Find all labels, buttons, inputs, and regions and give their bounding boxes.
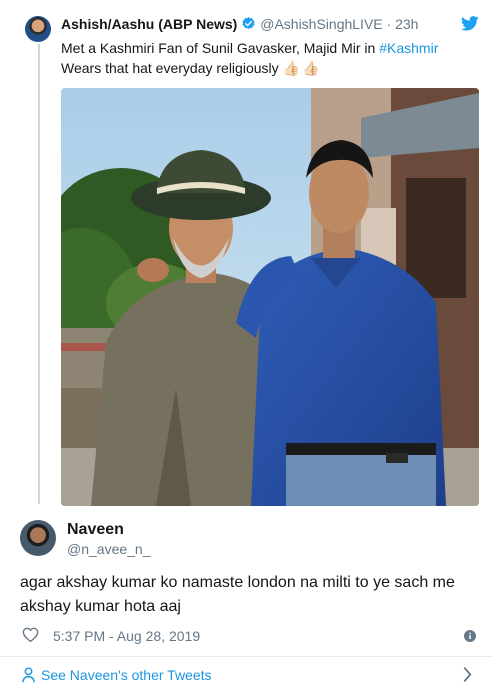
tweet-timestamp[interactable]: 5:37 PM - Aug 28, 2019 [53, 628, 200, 644]
quoted-tweet-text: Met a Kashmiri Fan of Sunil Gavasker, Ma… [61, 38, 481, 78]
separator-dot: · [386, 16, 392, 32]
quoted-text-line-1: Met a Kashmiri Fan of Sunil Gavasker, Ma… [61, 38, 481, 58]
reply-author-name[interactable]: Naveen [67, 521, 124, 539]
person-icon [22, 667, 35, 688]
see-more-link[interactable]: See Naveen's other Tweets [41, 667, 212, 683]
quoted-text-line2: Wears that hat everyday religiously [61, 60, 279, 76]
quoted-author-name[interactable]: Ashish/Aashu (ABP News) [61, 16, 237, 32]
quoted-tweet-header: Ashish/Aashu (ABP News) @AshishSinghLIVE… [61, 15, 418, 35]
hashtag-link[interactable]: #Kashmir [379, 40, 438, 56]
thumbs-up-emoji: 👍🏻👍🏻 [282, 60, 322, 76]
quoted-tweet-time[interactable]: 23h [395, 16, 418, 32]
chevron-right-icon[interactable] [463, 667, 472, 687]
reply-author-avatar[interactable] [20, 520, 56, 556]
tweet-photo[interactable] [61, 88, 479, 506]
verified-badge-icon [241, 16, 256, 35]
quoted-text-prefix: Met a Kashmiri Fan of Sunil Gavasker, Ma… [61, 40, 380, 56]
reply-author-handle[interactable]: @n_avee_n_ [67, 541, 151, 557]
heart-icon[interactable] [22, 627, 39, 647]
quoted-text-line-2: Wears that hat everyday religiously 👍🏻👍🏻 [61, 58, 481, 78]
tweet-meta: 5:37 PM - Aug 28, 2019 [0, 622, 493, 650]
thread-line [38, 44, 40, 504]
info-icon[interactable] [464, 629, 476, 647]
twitter-bird-icon[interactable] [460, 16, 479, 36]
quoted-author-avatar[interactable] [25, 16, 51, 42]
reply-author: Naveen @n_avee_n_ [0, 505, 493, 565]
reply-tweet-text: agar akshay kumar ko namaste london na m… [20, 574, 455, 615]
quoted-tweet[interactable]: Ashish/Aashu (ABP News) @AshishSinghLIVE… [0, 0, 493, 506]
see-more-footer[interactable]: See Naveen's other Tweets [0, 657, 493, 692]
quoted-author-handle[interactable]: @AshishSinghLIVE [260, 16, 382, 32]
